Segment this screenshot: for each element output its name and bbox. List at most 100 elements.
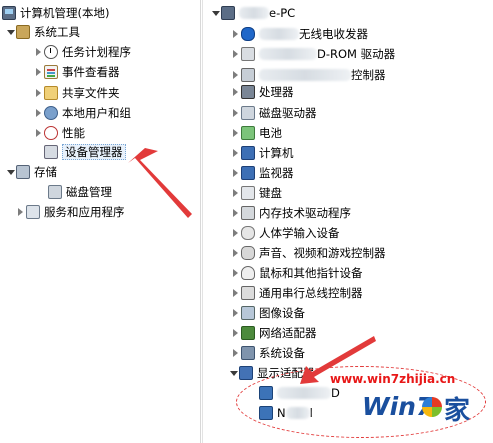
display-adapter-item-1[interactable]: D	[259, 384, 340, 402]
tree-root-label: 计算机管理(本地)	[20, 6, 110, 20]
expand-arrow-icon[interactable]	[16, 203, 26, 221]
expand-arrow-icon[interactable]	[231, 66, 241, 84]
device-category-disk-drives[interactable]: 磁盘驱动器	[231, 104, 317, 122]
expand-arrow-icon[interactable]	[231, 144, 241, 162]
device-category-system[interactable]: 系统设备	[231, 344, 305, 362]
tree-item-services-apps[interactable]: 服务和应用程序	[16, 203, 125, 221]
blurred-text	[259, 28, 299, 40]
blurred-text	[259, 69, 351, 81]
network-icon	[241, 326, 255, 340]
device-category-imaging[interactable]: 图像设备	[231, 304, 305, 322]
device-category-label: 电池	[259, 126, 282, 140]
system-device-icon	[241, 346, 255, 360]
left-navigation-tree[interactable]: 计算机管理(本地) 系统工具 任务计划程序 事件查看器 共享文件夹 本地用户和组…	[0, 0, 201, 443]
device-category-cdrom[interactable]: D-ROM 驱动器	[231, 45, 395, 63]
processor-icon	[241, 85, 255, 99]
device-category-label: 磁盘驱动器	[259, 106, 317, 120]
device-category-label: 通用串行总线控制器	[259, 286, 363, 300]
blurred-text	[239, 7, 269, 19]
tree-item-system-tools[interactable]: 系统工具	[6, 23, 80, 41]
event-log-icon	[44, 65, 58, 79]
device-category-processor[interactable]: 处理器	[231, 83, 294, 101]
tree-item-task-scheduler[interactable]: 任务计划程序	[34, 43, 131, 61]
tree-item-label: 本地用户和组	[62, 106, 131, 120]
device-category-network[interactable]: 网络适配器	[231, 324, 317, 342]
device-category-label: 声音、视频和游戏控制器	[259, 246, 386, 260]
expand-arrow-icon[interactable]	[34, 104, 44, 122]
tree-item-label: 服务和应用程序	[44, 205, 125, 219]
collapse-arrow-icon[interactable]	[229, 364, 239, 382]
collapse-arrow-icon[interactable]	[6, 163, 16, 181]
performance-icon	[44, 126, 58, 140]
bluetooth-icon	[241, 27, 255, 41]
expand-arrow-icon[interactable]	[231, 264, 241, 282]
expand-arrow-icon[interactable]	[34, 63, 44, 81]
expand-arrow-icon[interactable]	[231, 224, 241, 242]
expand-arrow-icon[interactable]	[231, 324, 241, 342]
device-category-label: 显示适配器	[257, 366, 315, 380]
tree-item-device-manager[interactable]: 设备管理器	[44, 143, 126, 161]
blurred-text	[259, 48, 317, 60]
display-adapter-icon	[259, 386, 273, 400]
tree-item-event-viewer[interactable]: 事件查看器	[34, 63, 120, 81]
expand-arrow-icon[interactable]	[231, 104, 241, 122]
expand-arrow-icon[interactable]	[231, 45, 241, 63]
device-category-usb[interactable]: 通用串行总线控制器	[231, 284, 363, 302]
controller-icon	[241, 68, 255, 82]
device-category-label: 内存技术驱动程序	[259, 206, 351, 220]
tree-item-performance[interactable]: 性能	[34, 124, 85, 142]
device-category-label: 网络适配器	[259, 326, 317, 340]
tree-root[interactable]: 计算机管理(本地)	[2, 4, 109, 22]
toolbox-icon	[16, 25, 30, 39]
speaker-icon	[241, 246, 255, 260]
display-adapter-item-2[interactable]: Nl	[259, 404, 313, 422]
tree-item-disk-management[interactable]: 磁盘管理	[48, 183, 112, 201]
device-category-sound[interactable]: 声音、视频和游戏控制器	[231, 244, 386, 262]
device-category-mouse[interactable]: 鼠标和其他指针设备	[231, 264, 363, 282]
keyboard-icon	[241, 186, 255, 200]
device-category-label: 处理器	[259, 85, 294, 99]
tree-item-label: 性能	[62, 126, 85, 140]
expand-arrow-icon[interactable]	[34, 43, 44, 61]
monitor-icon	[241, 166, 255, 180]
device-category-keyboard[interactable]: 键盘	[231, 184, 282, 202]
device-category-label: 图像设备	[259, 306, 305, 320]
device-category-monitors[interactable]: 监视器	[231, 164, 294, 182]
expand-arrow-icon[interactable]	[231, 184, 241, 202]
device-category-battery[interactable]: 电池	[231, 124, 282, 142]
device-root-computer[interactable]: e-PC	[211, 4, 295, 22]
tree-item-shared-folders[interactable]: 共享文件夹	[34, 84, 120, 102]
device-category-bluetooth[interactable]: 无线电收发器	[231, 25, 368, 43]
expand-arrow-icon[interactable]	[231, 83, 241, 101]
tree-item-storage[interactable]: 存储	[6, 163, 57, 181]
device-category-label: 鼠标和其他指针设备	[259, 266, 363, 280]
blurred-text	[285, 407, 310, 419]
expand-arrow-icon[interactable]	[231, 344, 241, 362]
device-category-label: 人体学输入设备	[259, 226, 340, 240]
display-adapter-icon	[259, 406, 273, 420]
tree-item-local-users[interactable]: 本地用户和组	[34, 104, 131, 122]
expand-arrow-icon[interactable]	[231, 164, 241, 182]
expand-arrow-icon[interactable]	[231, 244, 241, 262]
expand-arrow-icon[interactable]	[231, 25, 241, 43]
expand-arrow-icon[interactable]	[34, 124, 44, 142]
expand-arrow-icon[interactable]	[231, 304, 241, 322]
expand-arrow-icon[interactable]	[34, 84, 44, 102]
device-category-label: 无线电收发器	[299, 27, 368, 41]
device-category-display-adapters[interactable]: 显示适配器	[229, 364, 315, 382]
logo-char: 家	[444, 396, 471, 426]
device-category-controller[interactable]: 控制器	[231, 66, 386, 84]
device-category-memory-tech[interactable]: 内存技术驱动程序	[231, 204, 351, 222]
expand-arrow-icon[interactable]	[231, 124, 241, 142]
device-category-label: D-ROM 驱动器	[317, 47, 396, 61]
expand-arrow-icon[interactable]	[231, 284, 241, 302]
expand-arrow-icon[interactable]	[231, 204, 241, 222]
device-category-hid[interactable]: 人体学输入设备	[231, 224, 340, 242]
device-item-label: N	[277, 406, 286, 420]
collapse-arrow-icon[interactable]	[211, 4, 221, 22]
tree-item-label-selected: 设备管理器	[62, 144, 126, 160]
collapse-arrow-icon[interactable]	[6, 23, 16, 41]
device-category-label: 计算机	[259, 146, 294, 160]
device-category-computer[interactable]: 计算机	[231, 144, 294, 162]
shared-folder-icon	[44, 86, 58, 100]
